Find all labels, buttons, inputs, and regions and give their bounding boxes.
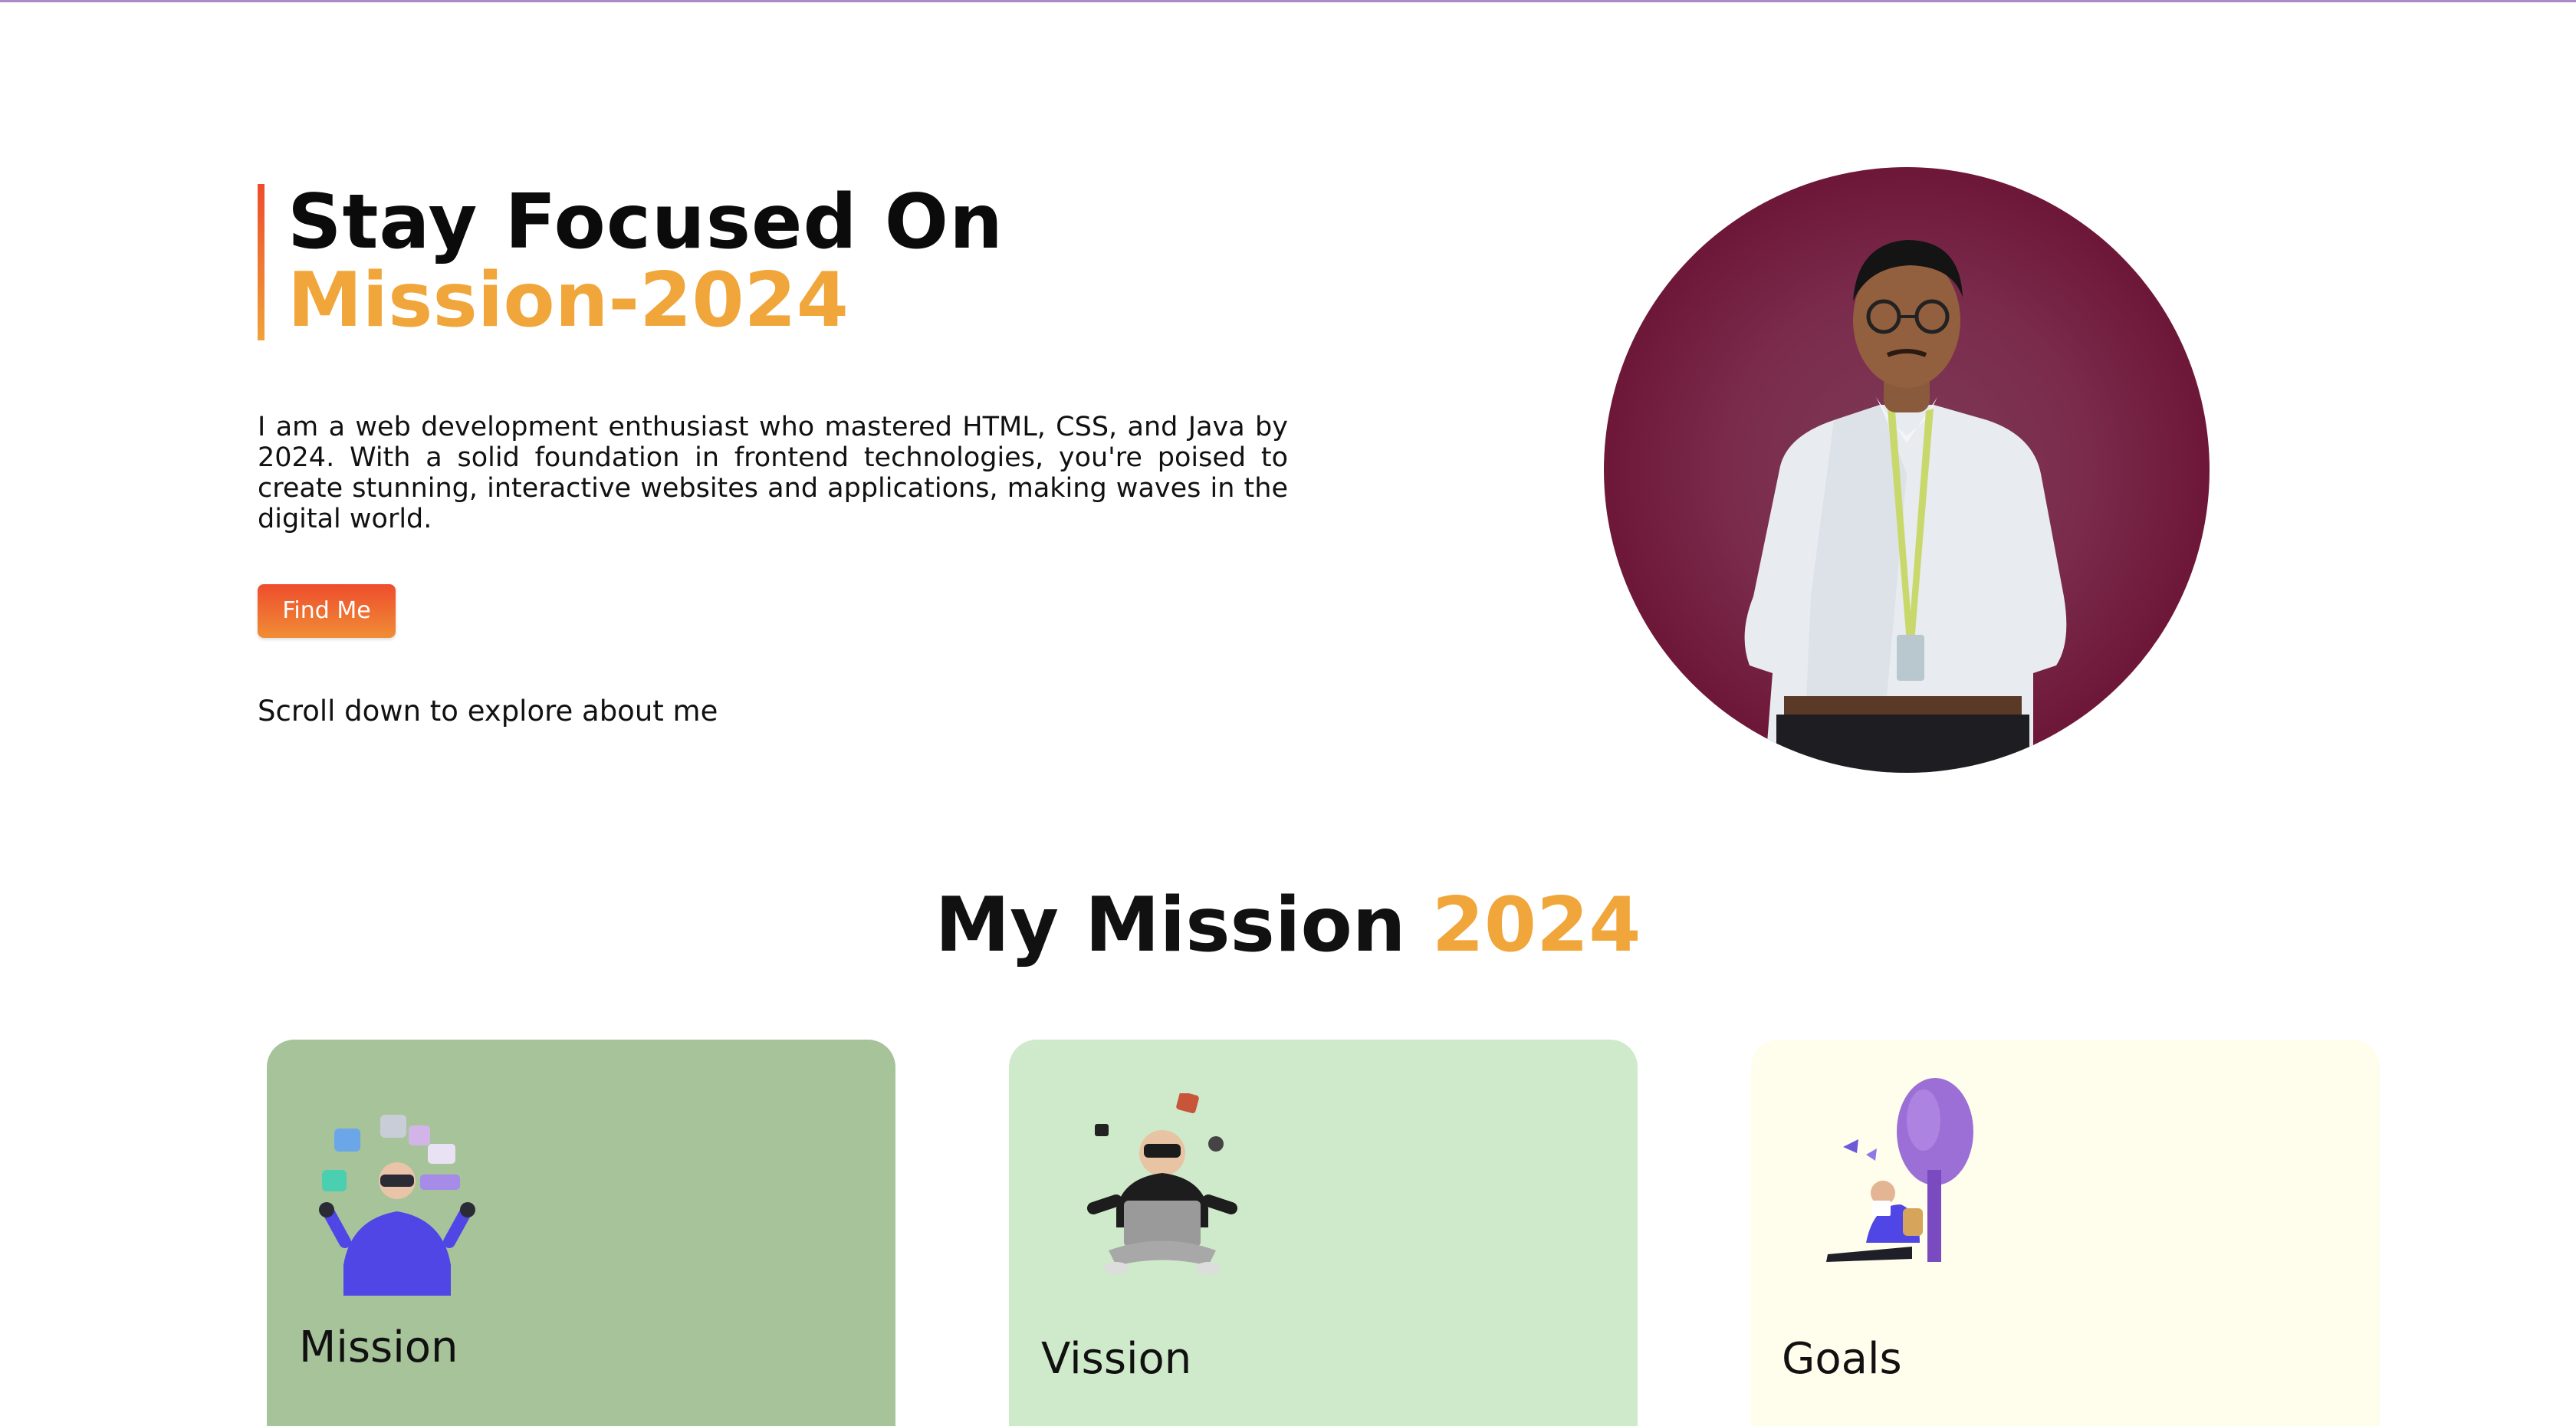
vr-person-illustration-icon <box>319 1115 475 1296</box>
hero-title-line-1: Stay Focused On <box>288 179 1004 266</box>
top-divider <box>0 0 2576 2</box>
page: Stay Focused On Mission-2024 I am a web … <box>0 0 2576 1426</box>
hero-description: I am a web development enthusiast who ma… <box>258 412 1288 534</box>
laptop-person-illustration-icon <box>1087 1093 1237 1274</box>
person-portrait-icon <box>1744 240 2067 773</box>
section-title-main: My Mission <box>935 882 1406 969</box>
card-label-vision: Vission <box>1041 1334 1192 1384</box>
card-vision[interactable]: Vission <box>1009 1040 1638 1426</box>
hero-title-line-2: Mission-2024 <box>288 257 849 344</box>
card-label-goals: Goals <box>1782 1334 1902 1384</box>
reading-tree-illustration-icon <box>1826 1078 1973 1262</box>
card-goals[interactable]: Goals <box>1751 1040 2380 1426</box>
card-label-mission: Mission <box>299 1322 458 1372</box>
section-title: My Mission 2024 <box>0 882 2576 969</box>
find-me-button[interactable]: Find Me <box>258 584 396 638</box>
hero-title: Stay Focused On Mission-2024 <box>258 184 1004 340</box>
scroll-hint: Scroll down to explore about me <box>258 695 718 728</box>
profile-portrait <box>1604 167 2210 773</box>
section-title-accent: 2024 <box>1431 882 1641 969</box>
card-mission[interactable]: Mission <box>267 1040 895 1426</box>
